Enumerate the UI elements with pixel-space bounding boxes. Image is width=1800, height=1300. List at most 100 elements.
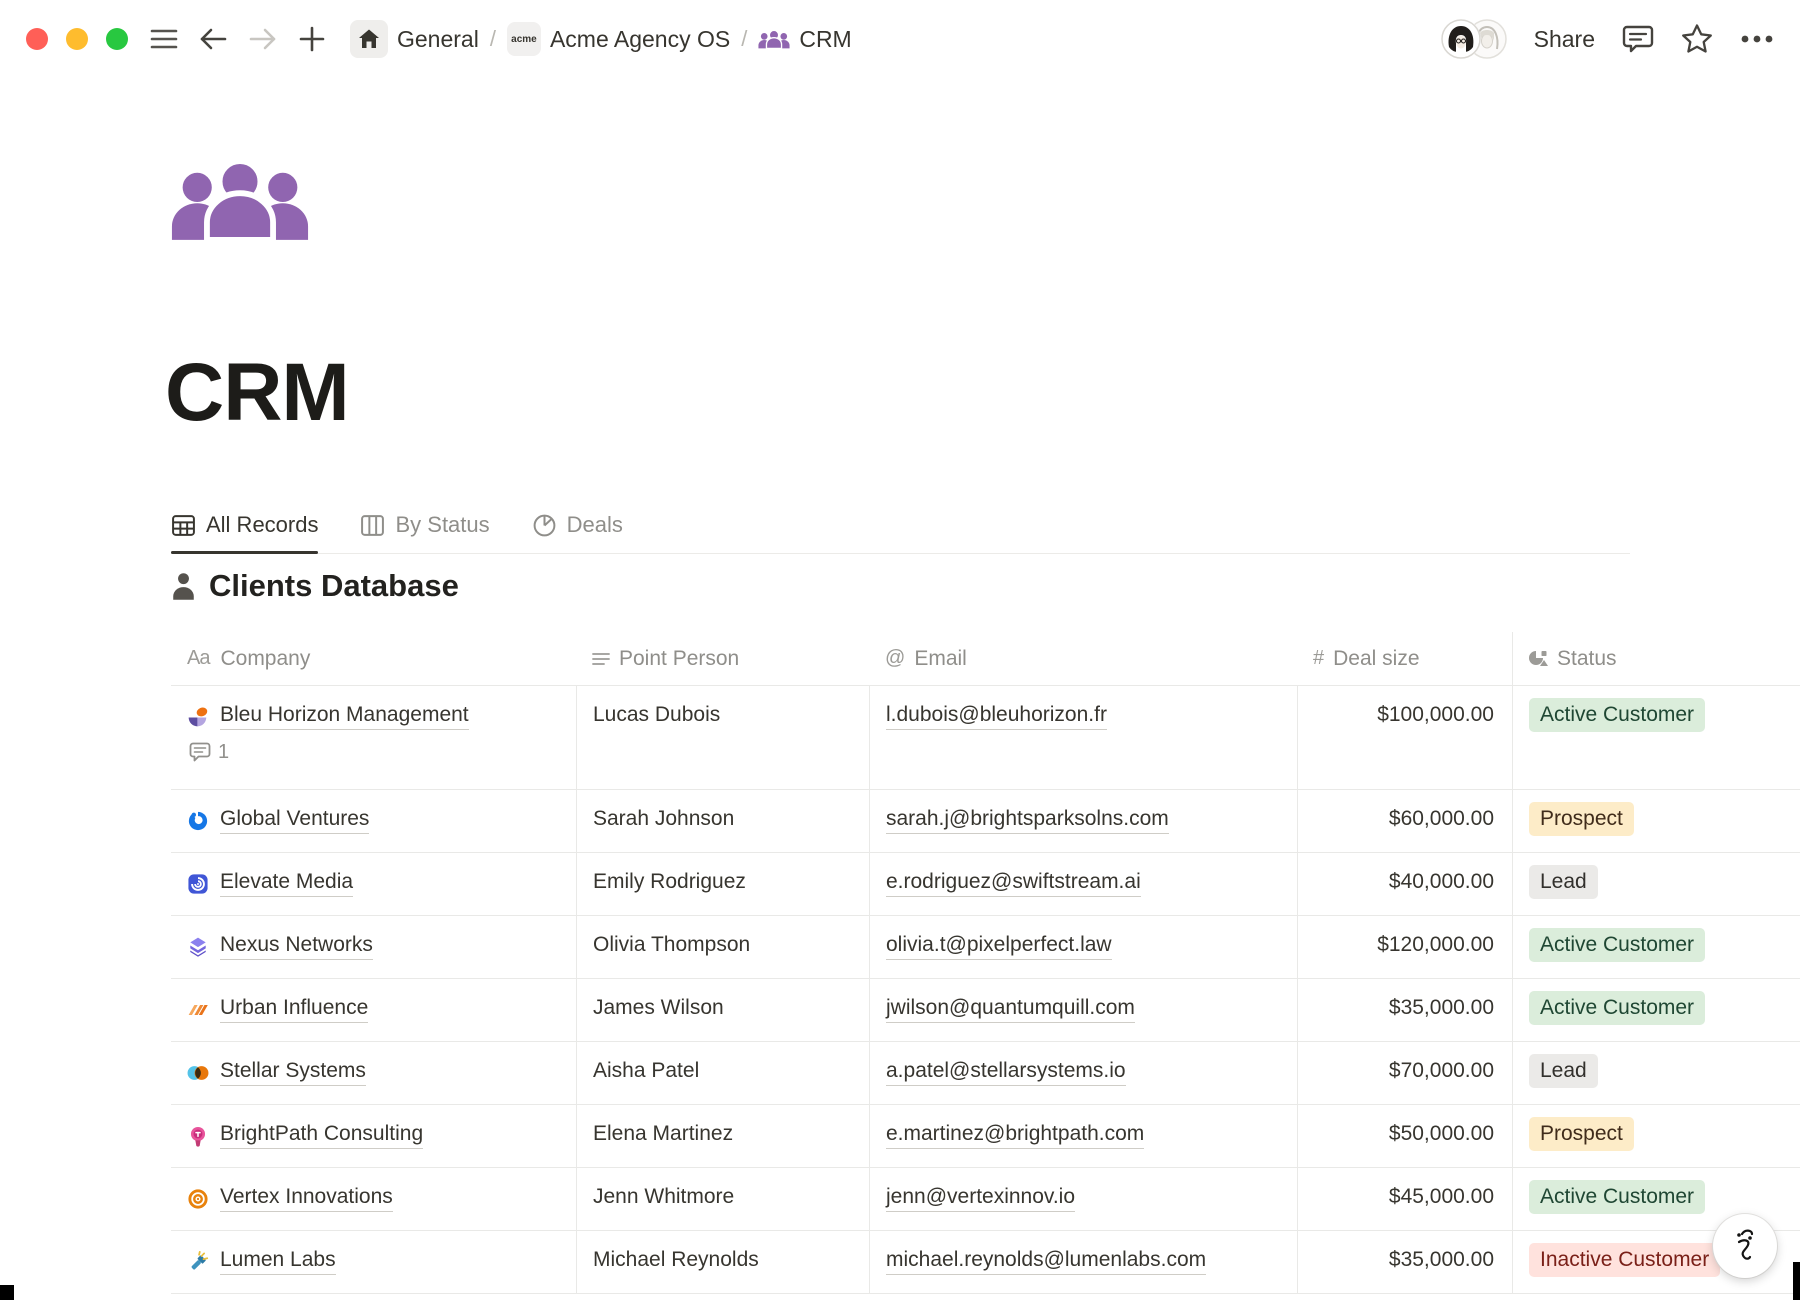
status-cell: Lead (1512, 853, 1800, 916)
minimize-window-button[interactable] (66, 28, 88, 50)
column-header-email[interactable]: @ Email (869, 632, 1297, 686)
status-badge[interactable]: Lead (1529, 865, 1598, 899)
at-icon: @ (885, 647, 905, 670)
company-link[interactable]: Urban Influence (220, 996, 368, 1023)
company-link[interactable]: Vertex Innovations (220, 1185, 393, 1212)
elevate-media-logo (187, 873, 209, 895)
deal-size-cell[interactable]: $70,000.00 (1297, 1042, 1512, 1105)
favorite-star-icon[interactable] (1681, 23, 1713, 55)
comments-icon[interactable] (1622, 23, 1654, 55)
company-link[interactable]: Global Ventures (220, 807, 369, 834)
company-link[interactable]: Nexus Networks (220, 933, 373, 960)
database-heading: Clients Database (171, 568, 459, 604)
breadcrumb-label: CRM (799, 26, 851, 53)
table-header-row: Aa Company Point Person @ Email # Deal s… (171, 632, 1800, 686)
point-person-cell[interactable]: Michael Reynolds (576, 1231, 869, 1294)
person-icon (171, 572, 196, 601)
status-badge[interactable]: Prospect (1529, 1117, 1634, 1151)
status-icon (1529, 650, 1548, 667)
deal-size-cell[interactable]: $35,000.00 (1297, 979, 1512, 1042)
status-badge[interactable]: Lead (1529, 1054, 1598, 1088)
column-header-company[interactable]: Aa Company (171, 632, 576, 686)
table-row: Lumen Labs Michael Reynolds michael.reyn… (171, 1231, 1800, 1294)
more-options-icon[interactable] (1740, 34, 1774, 44)
email-cell[interactable]: olivia.t@pixelperfect.law (869, 916, 1297, 979)
tab-label: All Records (206, 512, 318, 538)
table-row: Global Ventures Sarah Johnson sarah.j@br… (171, 790, 1800, 853)
email-cell[interactable]: e.martinez@brightpath.com (869, 1105, 1297, 1168)
point-person-cell[interactable]: Emily Rodriguez (576, 853, 869, 916)
comment-bubble-icon (189, 742, 211, 763)
page-icon-people-group[interactable] (170, 160, 310, 242)
screenshot-artifact (0, 1285, 14, 1300)
email-cell[interactable]: sarah.j@brightsparksolns.com (869, 790, 1297, 853)
breadcrumb-separator: / (741, 26, 747, 52)
company-link[interactable]: BrightPath Consulting (220, 1122, 423, 1149)
close-window-button[interactable] (26, 28, 48, 50)
status-badge[interactable]: Prospect (1529, 802, 1634, 836)
database-title[interactable]: Clients Database (209, 568, 459, 604)
email-cell[interactable]: l.dubois@bleuhorizon.fr (869, 686, 1297, 790)
deal-size-cell[interactable]: $120,000.00 (1297, 916, 1512, 979)
table-row: BrightPath Consulting Elena Martinez e.m… (171, 1105, 1800, 1168)
zoom-window-button[interactable] (106, 28, 128, 50)
breadcrumb-acme-agency-os[interactable]: acme Acme Agency OS (507, 22, 730, 56)
forward-arrow-icon[interactable] (248, 26, 278, 52)
stellar-systems-logo (187, 1062, 209, 1084)
email-cell[interactable]: jenn@vertexinnov.io (869, 1168, 1297, 1231)
email-cell[interactable]: michael.reynolds@lumenlabs.com (869, 1231, 1297, 1294)
window-toolbar: General / acme Acme Agency OS / CRM (0, 0, 1800, 78)
email-cell[interactable]: jwilson@quantumquill.com (869, 979, 1297, 1042)
deal-size-cell[interactable]: $100,000.00 (1297, 686, 1512, 790)
column-header-deal-size[interactable]: # Deal size (1297, 632, 1512, 686)
point-person-cell[interactable]: Olivia Thompson (576, 916, 869, 979)
page-title[interactable]: CRM (165, 346, 349, 440)
breadcrumb: General / acme Acme Agency OS / CRM (350, 20, 852, 58)
status-badge[interactable]: Active Customer (1529, 991, 1705, 1025)
status-badge[interactable]: Inactive Customer (1529, 1243, 1720, 1277)
status-cell: Active Customer (1512, 916, 1800, 979)
breadcrumb-general[interactable]: General (350, 20, 479, 58)
breadcrumb-crm[interactable]: CRM (758, 26, 851, 53)
company-link[interactable]: Bleu Horizon Management (220, 703, 469, 730)
new-page-plus-icon[interactable] (298, 25, 326, 53)
text-type-icon: Aa (187, 647, 209, 670)
point-person-cell[interactable]: Jenn Whitmore (576, 1168, 869, 1231)
urban-influence-logo (187, 999, 209, 1021)
company-link[interactable]: Lumen Labs (220, 1248, 336, 1275)
back-arrow-icon[interactable] (198, 26, 228, 52)
company-link[interactable]: Elevate Media (220, 870, 353, 897)
status-badge[interactable]: Active Customer (1529, 928, 1705, 962)
tab-all-records[interactable]: All Records (171, 497, 318, 553)
tab-deals[interactable]: Deals (532, 497, 623, 553)
notion-ai-button[interactable] (1713, 1214, 1777, 1278)
point-person-cell[interactable]: Aisha Patel (576, 1042, 869, 1105)
deal-size-cell[interactable]: $40,000.00 (1297, 853, 1512, 916)
tab-label: By Status (395, 512, 489, 538)
point-person-cell[interactable]: Elena Martinez (576, 1105, 869, 1168)
deal-size-cell[interactable]: $60,000.00 (1297, 790, 1512, 853)
point-person-cell[interactable]: Lucas Dubois (576, 686, 869, 790)
breadcrumb-label: Acme Agency OS (550, 26, 730, 53)
point-person-cell[interactable]: James Wilson (576, 979, 869, 1042)
point-person-cell[interactable]: Sarah Johnson (576, 790, 869, 853)
column-header-status[interactable]: Status (1512, 632, 1800, 686)
deal-size-cell[interactable]: $35,000.00 (1297, 1231, 1512, 1294)
deal-size-cell[interactable]: $45,000.00 (1297, 1168, 1512, 1231)
email-cell[interactable]: e.rodriguez@swiftstream.ai (869, 853, 1297, 916)
collaborator-avatars[interactable] (1441, 19, 1507, 59)
company-link[interactable]: Stellar Systems (220, 1059, 366, 1086)
email-cell[interactable]: a.patel@stellarsystems.io (869, 1042, 1297, 1105)
avatar (1441, 19, 1481, 59)
tab-label: Deals (567, 512, 623, 538)
acme-logo: acme (507, 22, 541, 56)
tab-by-status[interactable]: By Status (360, 497, 489, 553)
status-badge[interactable]: Active Customer (1529, 1180, 1705, 1214)
sidebar-menu-icon[interactable] (150, 28, 178, 50)
deal-size-cell[interactable]: $50,000.00 (1297, 1105, 1512, 1168)
status-badge[interactable]: Active Customer (1529, 698, 1705, 732)
global-ventures-logo (187, 810, 209, 832)
share-button[interactable]: Share (1534, 26, 1595, 53)
comment-count[interactable]: 1 (187, 741, 229, 764)
column-header-point-person[interactable]: Point Person (576, 632, 869, 686)
